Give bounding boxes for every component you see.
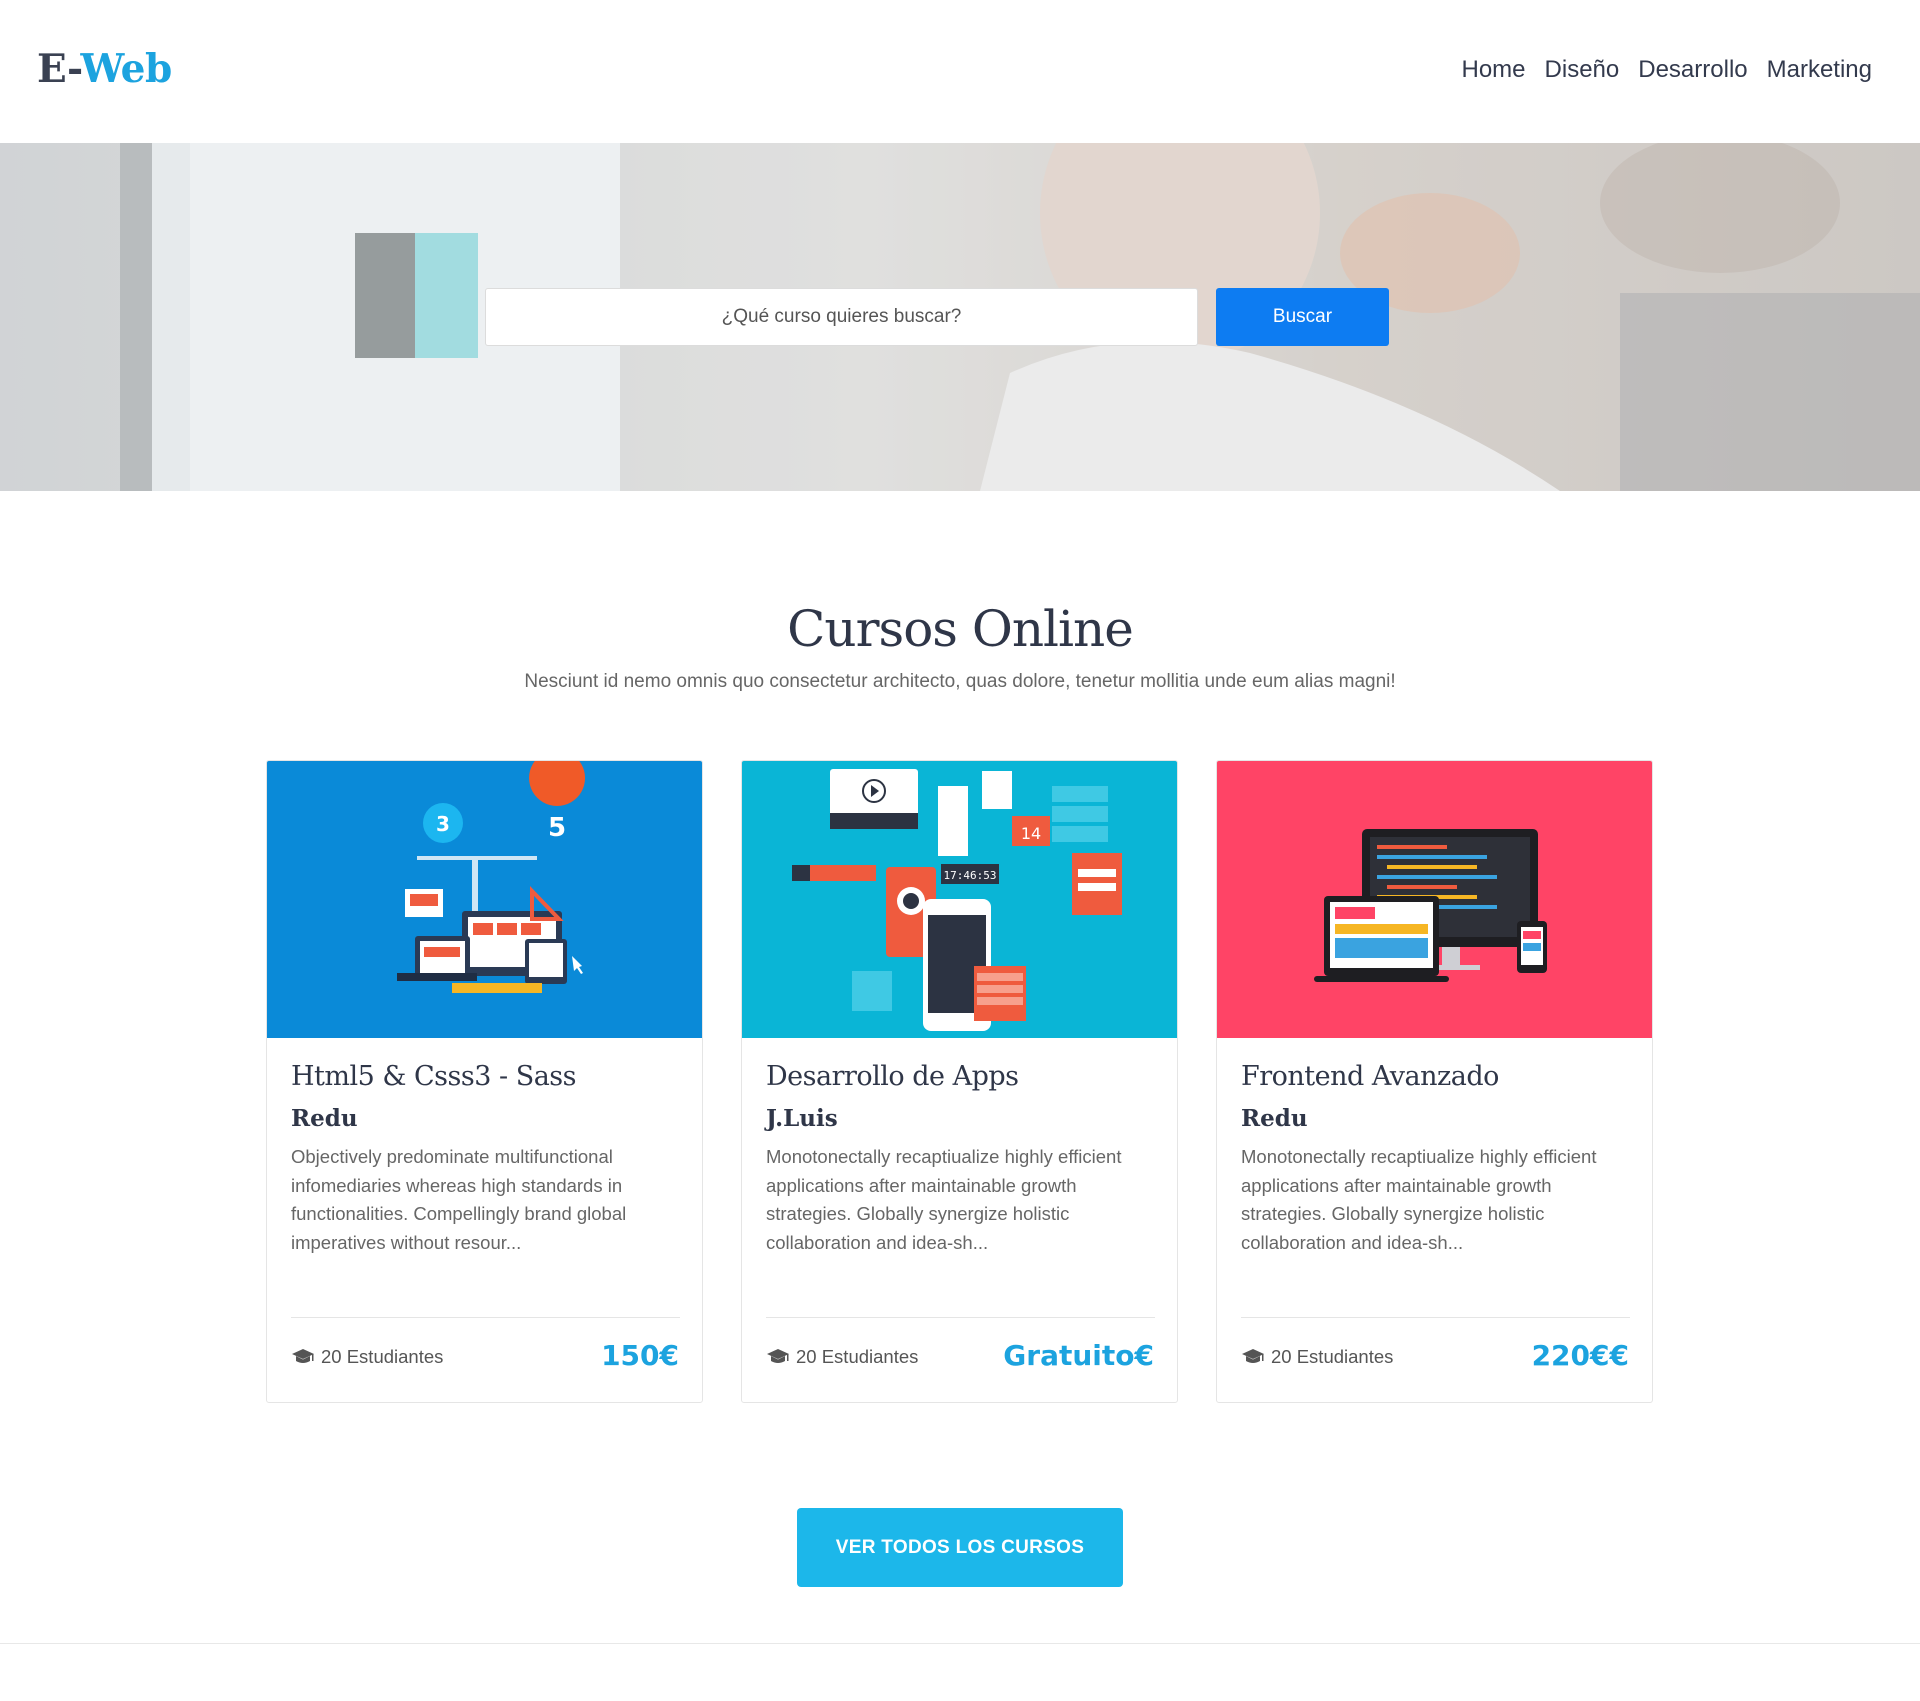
svg-text:5: 5 xyxy=(548,813,566,843)
search-input[interactable] xyxy=(485,288,1198,346)
view-all-courses-button[interactable]: VER TODOS LOS CURSOS xyxy=(797,1508,1123,1587)
hero-banner: Buscar xyxy=(0,143,1920,491)
course-price: Gratuito€ xyxy=(1003,1339,1154,1372)
course-description: Monotonectally recaptiualize highly effi… xyxy=(766,1146,1122,1253)
svg-text:14: 14 xyxy=(1021,824,1041,843)
course-title[interactable]: Frontend Avanzado xyxy=(1241,1061,1499,1092)
graduation-cap-icon xyxy=(767,1349,789,1363)
card-divider xyxy=(766,1317,1155,1318)
nav-item-home[interactable]: Home xyxy=(1462,56,1526,84)
card-divider xyxy=(1241,1317,1630,1318)
course-author: Redu xyxy=(1241,1105,1308,1132)
course-students: 20 Estudiantes xyxy=(291,1346,443,1368)
course-title[interactable]: Html5 & Csss3 - Sass xyxy=(291,1061,577,1092)
course-image-frontend xyxy=(1217,761,1652,1038)
course-price: 150€ xyxy=(601,1339,679,1372)
brand-logo[interactable]: E-Web xyxy=(37,46,172,92)
course-card-frontend[interactable]: Frontend Avanzado Redu Monotonectally re… xyxy=(1216,760,1653,1403)
students-count: 20 Estudiantes xyxy=(321,1346,444,1367)
graduation-cap-icon xyxy=(1242,1349,1264,1363)
course-description: Monotonectally recaptiualize highly effi… xyxy=(1241,1146,1597,1253)
main-nav: Home Diseño Desarrollo Marketing xyxy=(1462,56,1873,84)
course-card-html5[interactable]: 3 5 Html5 & Csss3 - Sass Redu Objectivel… xyxy=(266,760,703,1403)
course-author: J.Luis xyxy=(766,1105,838,1132)
site-header: E-Web Home Diseño Desarrollo Marketing xyxy=(0,0,1920,143)
nav-item-marketing[interactable]: Marketing xyxy=(1767,56,1872,84)
course-description: Objectively predominate multifunctional … xyxy=(291,1146,627,1253)
course-title[interactable]: Desarrollo de Apps xyxy=(766,1061,1019,1092)
course-image-app-development: 14 17:46:53 xyxy=(742,761,1177,1038)
svg-text:3: 3 xyxy=(436,812,450,836)
search-button[interactable]: Buscar xyxy=(1216,288,1389,346)
nav-item-diseno[interactable]: Diseño xyxy=(1545,56,1620,84)
graduation-cap-icon xyxy=(292,1349,314,1363)
section-subtitle: Nesciunt id nemo omnis quo consectetur a… xyxy=(524,671,1396,692)
brand-logo-part1: E- xyxy=(37,46,81,92)
nav-item-desarrollo[interactable]: Desarrollo xyxy=(1638,56,1747,84)
course-card-apps[interactable]: 14 17:46:53 Desarrollo de Apps J.Luis Mo… xyxy=(741,760,1178,1403)
course-students: 20 Estudiantes xyxy=(1241,1346,1393,1368)
section-title: Cursos Online xyxy=(787,600,1134,658)
students-count: 20 Estudiantes xyxy=(1271,1346,1394,1367)
students-count: 20 Estudiantes xyxy=(796,1346,919,1367)
course-author: Redu xyxy=(291,1105,358,1132)
svg-text:17:46:53: 17:46:53 xyxy=(944,869,997,882)
brand-logo-part2: Web xyxy=(80,46,173,92)
course-image-web-design: 3 5 xyxy=(267,761,702,1038)
footer-divider xyxy=(0,1643,1920,1644)
course-students: 20 Estudiantes xyxy=(766,1346,918,1368)
course-price: 220€€ xyxy=(1531,1339,1629,1372)
card-divider xyxy=(291,1317,680,1318)
